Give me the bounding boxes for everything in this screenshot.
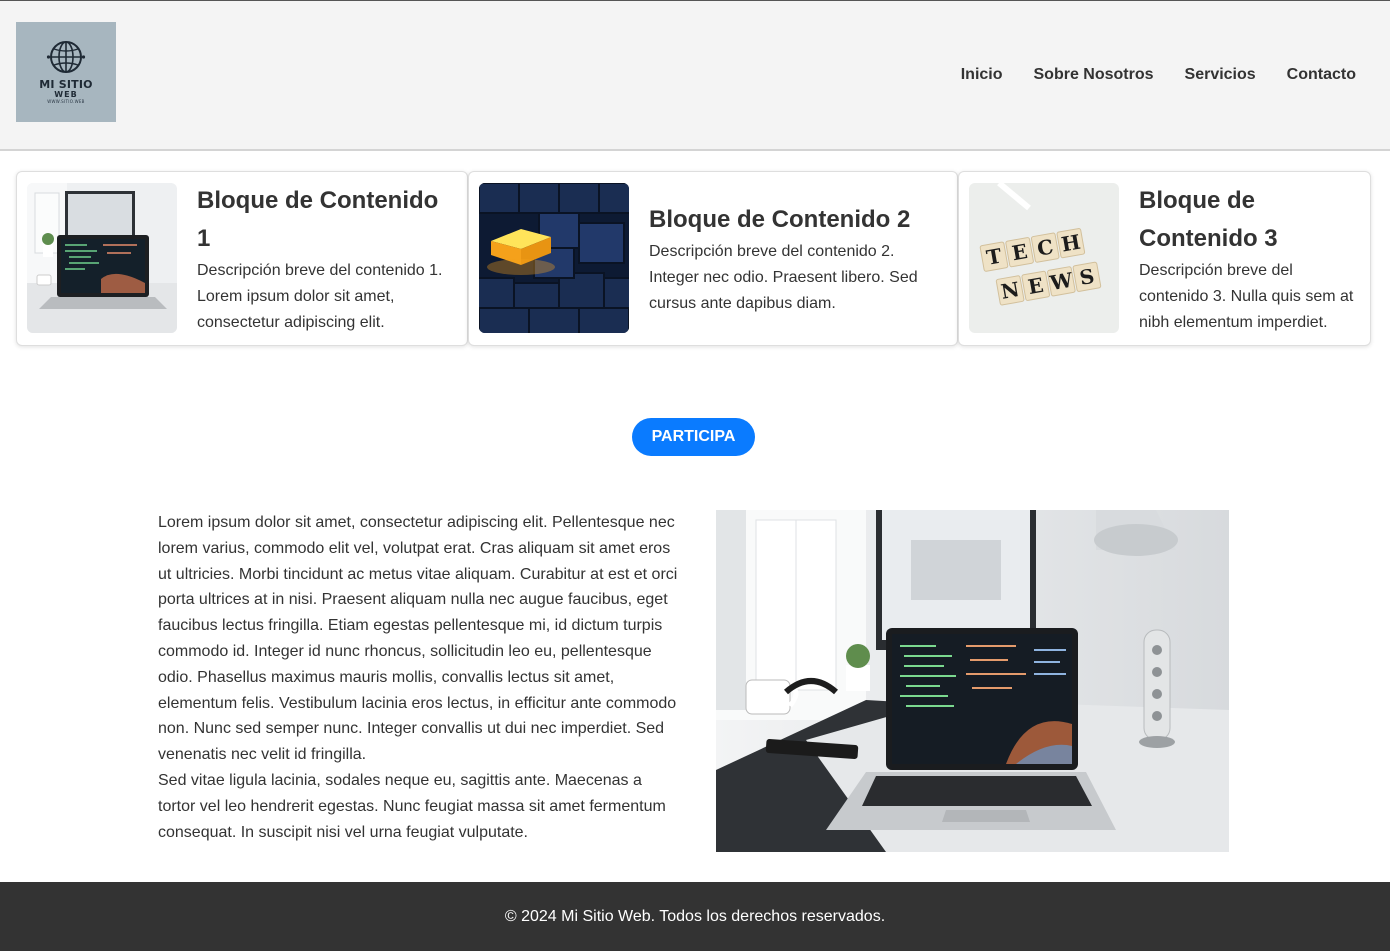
footer-copyright: © 2024 Mi Sitio Web. Todos los derechos … [504,907,886,925]
site-header: MI SITIO WEB WWW.SITIO.WEB Inicio Sobre … [0,0,1390,151]
nav-link-inicio[interactable]: Inicio [961,65,1003,85]
card-image-cubes [479,183,629,333]
card-title: Bloque de Contenido 1 [197,186,439,252]
nav-link-servicios[interactable]: Servicios [1185,65,1256,85]
card-description: Descripción breve del contenido 1. Lorem… [197,261,443,331]
card-title: Bloque de Contenido 2 [649,205,911,233]
card-description: Descripción breve del contenido 2. Integ… [649,242,918,312]
main-text: Lorem ipsum dolor sit amet, consectetur … [158,510,678,845]
logo-tagline: WWW.SITIO.WEB [47,99,85,104]
logo-title: MI SITIO [39,78,93,91]
card-body: Bloque de Contenido 3 Descripción breve … [1139,182,1358,336]
card-image-tech-news: T E C H N E W S [969,183,1119,333]
participa-button[interactable]: PARTICIPA [632,418,755,456]
site-logo[interactable]: MI SITIO WEB WWW.SITIO.WEB [16,22,116,122]
content-card-2: Bloque de Contenido 2 Descripción breve … [468,171,958,346]
card-body: Bloque de Contenido 2 Descripción breve … [649,201,945,317]
svg-text:W: W [1047,267,1075,295]
content-card-3: T E C H N E W S Bloque de Contenido 3 De… [958,171,1371,346]
card-body: Bloque de Contenido 1 Descripción breve … [197,182,455,336]
content-card-1: Bloque de Contenido 1 Descripción breve … [16,171,468,346]
globe-icon [46,41,86,73]
card-image-laptop [27,183,177,333]
site-footer: © 2024 Mi Sitio Web. Todos los derechos … [0,882,1390,951]
nav-link-contacto[interactable]: Contacto [1287,65,1356,85]
main-paragraph-2: Sed vitae ligula lacinia, sodales neque … [158,771,666,841]
card-title: Bloque de Contenido 3 [1139,186,1278,252]
card-description: Descripción breve del contenido 3. Nulla… [1139,261,1354,331]
logo-subtitle: WEB [54,90,78,99]
main-image-laptop [716,510,1229,852]
main-nav: Inicio Sobre Nosotros Servicios Contacto [930,65,1356,85]
nav-link-sobre-nosotros[interactable]: Sobre Nosotros [1034,65,1154,85]
main-paragraph-1: Lorem ipsum dolor sit amet, consectetur … [158,514,678,764]
